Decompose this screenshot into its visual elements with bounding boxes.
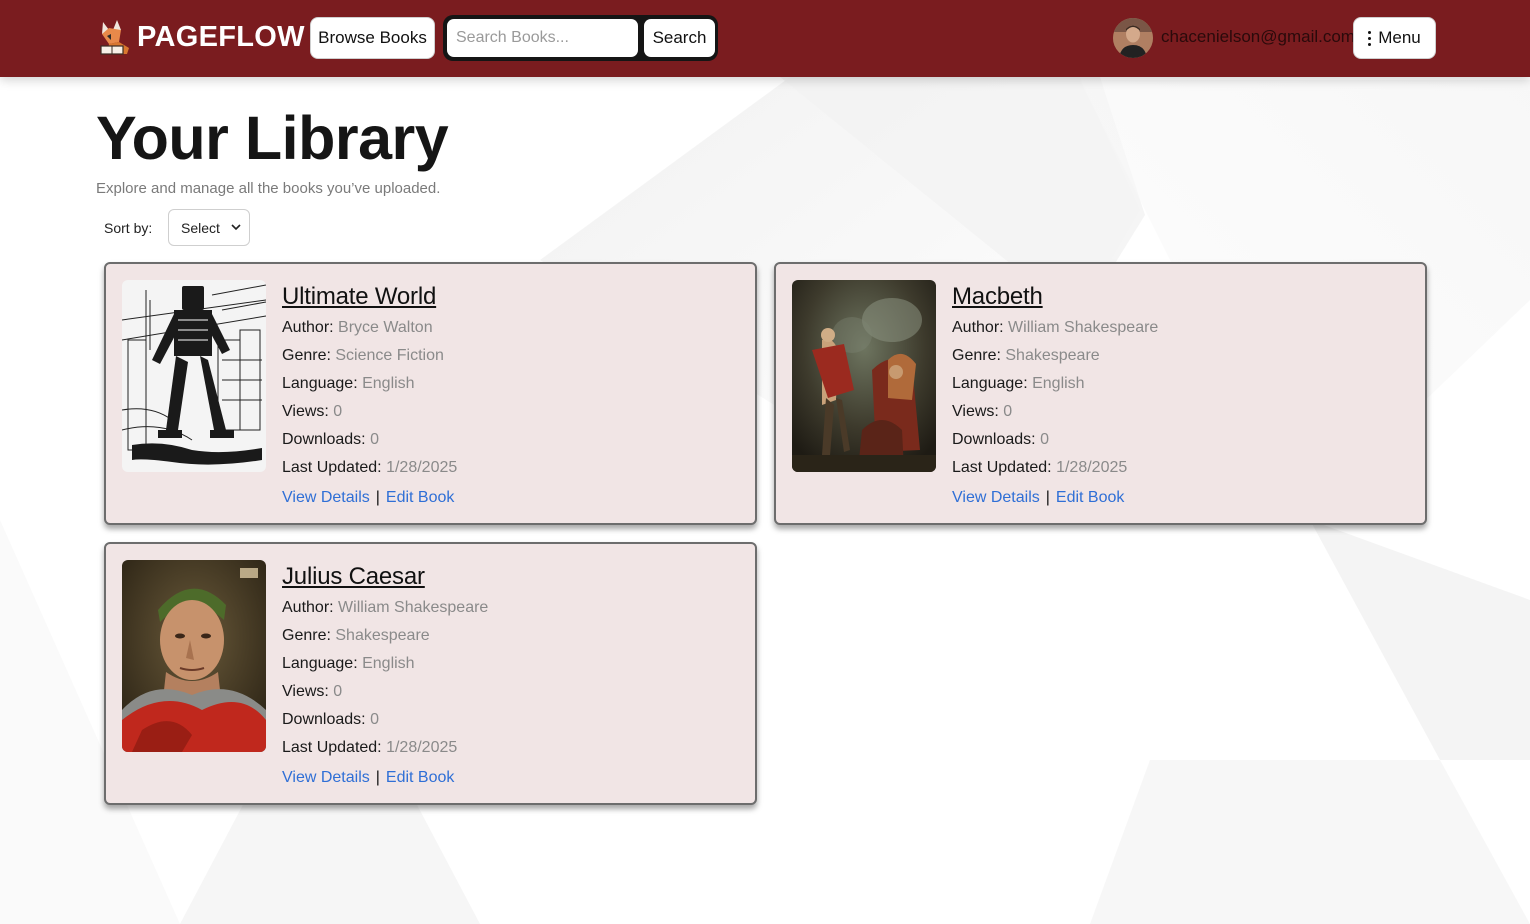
view-details-link[interactable]: View Details <box>282 489 370 506</box>
caesar-portrait <box>122 560 266 752</box>
page-title: Your Library <box>96 104 449 172</box>
book-actions: View Details | Edit Book <box>282 486 457 510</box>
book-last-updated: Last Updated: 1/28/2025 <box>952 459 1128 476</box>
navbar: PAGEFLOW Browse Books Search chacenielso… <box>0 0 1530 77</box>
link-separator: | <box>375 769 380 786</box>
user-email[interactable]: chacenielson@gmail.com <box>1161 27 1355 47</box>
book-card: Ultimate World Author: Bryce Walton Genr… <box>104 262 757 525</box>
fox-book-logo-icon <box>100 20 129 55</box>
kebab-menu-icon <box>1368 30 1372 46</box>
menu-label: Menu <box>1378 28 1421 47</box>
book-genre: Genre: Shakespeare <box>952 347 1100 364</box>
edit-book-link[interactable]: Edit Book <box>1056 489 1124 506</box>
book-card: Macbeth Author: William Shakespeare Genr… <box>774 262 1427 525</box>
view-details-link[interactable]: View Details <box>952 489 1040 506</box>
book-title-link[interactable]: Ultimate World <box>282 280 457 314</box>
browse-books-button[interactable]: Browse Books <box>310 17 435 59</box>
book-downloads: Downloads: 0 <box>282 431 379 448</box>
page-subtitle: Explore and manage all the books you’ve … <box>96 180 441 197</box>
book-author: Author: William Shakespeare <box>282 599 489 616</box>
brand[interactable]: PAGEFLOW <box>97 17 305 57</box>
book-views: Views: 0 <box>952 403 1013 420</box>
book-downloads: Downloads: 0 <box>282 711 379 728</box>
book-downloads: Downloads: 0 <box>952 431 1049 448</box>
book-cover[interactable] <box>122 280 266 472</box>
search-input[interactable] <box>447 19 638 57</box>
brand-name: PAGEFLOW <box>137 20 305 53</box>
menu-button[interactable]: Menu <box>1353 17 1436 59</box>
edit-book-link[interactable]: Edit Book <box>386 769 454 786</box>
robot-city-illustration <box>122 280 266 472</box>
avatar[interactable] <box>1113 18 1153 58</box>
link-separator: | <box>1045 489 1050 506</box>
book-author: Author: William Shakespeare <box>952 319 1159 336</box>
book-last-updated: Last Updated: 1/28/2025 <box>282 459 458 476</box>
sort-select-value: Select <box>181 219 220 236</box>
book-language: Language: English <box>282 375 415 392</box>
book-views: Views: 0 <box>282 403 343 420</box>
sort-select[interactable]: Select <box>168 209 250 246</box>
view-details-link[interactable]: View Details <box>282 769 370 786</box>
book-genre: Genre: Science Fiction <box>282 347 444 364</box>
search-button[interactable]: Search <box>644 19 715 57</box>
chevron-down-icon <box>231 224 241 231</box>
link-separator: | <box>375 489 380 506</box>
book-views: Views: 0 <box>282 683 343 700</box>
sort-label: Sort by: <box>104 220 153 236</box>
book-card: Julius Caesar Author: William Shakespear… <box>104 542 757 805</box>
user-avatar-photo <box>1113 18 1153 58</box>
book-last-updated: Last Updated: 1/28/2025 <box>282 739 458 756</box>
book-actions: View Details | Edit Book <box>282 766 488 790</box>
book-cover[interactable] <box>122 560 266 752</box>
book-title-link[interactable]: Macbeth <box>952 280 1158 314</box>
edit-book-link[interactable]: Edit Book <box>386 489 454 506</box>
book-title-link[interactable]: Julius Caesar <box>282 560 488 594</box>
book-genre: Genre: Shakespeare <box>282 627 430 644</box>
book-language: Language: English <box>952 375 1085 392</box>
macbeth-painting <box>792 280 936 472</box>
book-actions: View Details | Edit Book <box>952 486 1158 510</box>
book-language: Language: English <box>282 655 415 672</box>
book-cover[interactable] <box>792 280 936 472</box>
book-author: Author: Bryce Walton <box>282 319 433 336</box>
